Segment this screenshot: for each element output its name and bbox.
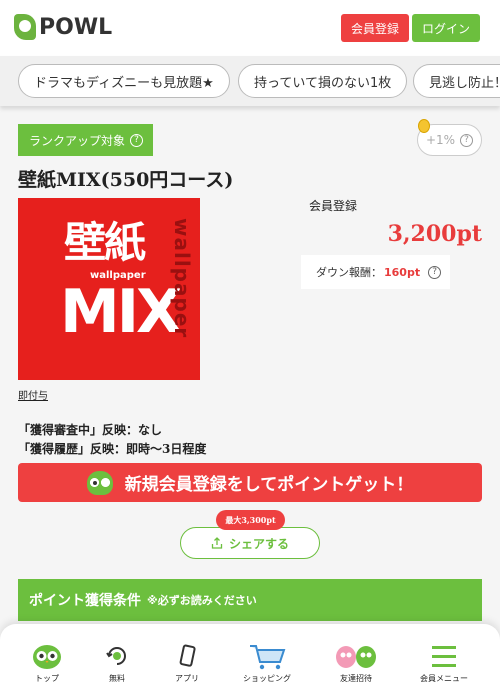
thumbnail-mix-text: MIX — [60, 277, 182, 347]
nav-item-free[interactable]: 無料 — [96, 624, 138, 700]
nav-label: 会員メニュー — [420, 674, 468, 683]
nav-item-shopping[interactable]: ショッピング — [240, 624, 294, 700]
signup-cta-button[interactable]: 新規会員登録をしてポイントゲット！ — [18, 463, 482, 502]
thumbnail-main-text: 壁紙 — [64, 218, 146, 267]
reflect-info: 「獲得審査中」反映：なし 「獲得履歴」反映：即時～3日程度 — [18, 421, 206, 459]
rank-up-badge[interactable]: ランクアップ対象 ? — [18, 124, 153, 156]
owl-icon — [32, 642, 62, 670]
down-reward-box: ダウン報酬： 160pt ? — [301, 255, 450, 289]
login-button[interactable]: ログイン — [412, 14, 480, 42]
nav-label: アプリ — [175, 674, 199, 683]
reward-condition-label: 会員登録 — [309, 199, 358, 213]
signup-cta-label: 新規会員登録をしてポイントゲット！ — [124, 475, 414, 495]
tag-chip[interactable]: 持っていて損のない1枚 — [238, 64, 408, 98]
friends-icon — [334, 642, 378, 670]
reflect-pending: 「獲得審査中」反映：なし — [18, 423, 163, 437]
nav-item-invite[interactable]: 友達招待 — [332, 624, 380, 700]
coin-icon — [418, 119, 430, 133]
logo[interactable]: POWL — [14, 14, 112, 40]
free-icon — [105, 642, 129, 670]
nav-label: トップ — [35, 674, 59, 683]
reflect-history: 「獲得履歴」反映：即時～3日程度 — [18, 442, 207, 456]
help-icon[interactable]: ? — [460, 133, 474, 147]
nav-label: ショッピング — [243, 674, 291, 683]
share-label: シェアする — [228, 536, 289, 551]
nav-label: 友達招待 — [340, 674, 372, 683]
conditions-header[interactable]: ポイント獲得条件 ※必ずお読みください — [18, 579, 482, 621]
owl-icon — [86, 470, 113, 495]
logo-text: POWL — [39, 14, 113, 40]
instant-grant-link[interactable]: 即付与 — [18, 387, 48, 402]
conditions-note: ※必ずお読みください — [147, 594, 257, 607]
cart-icon — [248, 642, 286, 670]
share-button[interactable]: シェアする — [180, 527, 320, 559]
tag-bar: ドラマもディズニーも見放題★ 持っていて損のない1枚 見逃し防止！ — [0, 56, 500, 106]
down-reward-value: 160pt — [384, 265, 421, 279]
nav-label: 無料 — [109, 674, 125, 683]
nav-item-top[interactable]: トップ — [26, 624, 68, 700]
tag-chip[interactable]: 見逃し防止！ — [413, 64, 500, 98]
share-icon — [211, 537, 223, 549]
rank-up-label: ランクアップ対象 — [29, 133, 126, 148]
register-button[interactable]: 会員登録 — [341, 14, 409, 42]
reward-points: 3,200pt — [387, 221, 482, 247]
phone-icon — [177, 642, 197, 670]
header: POWL 会員登録 ログイン — [0, 0, 500, 56]
menu-icon — [430, 642, 458, 670]
nav-item-app[interactable]: アプリ — [166, 624, 208, 700]
tag-chip[interactable]: ドラマもディズニーも見放題★ — [18, 64, 230, 98]
max-points-badge: 最大3,300pt — [216, 510, 285, 530]
conditions-title: ポイント獲得条件 — [29, 593, 141, 609]
down-reward-label: ダウン報酬： — [316, 266, 382, 279]
bonus-rate-label: +1% — [425, 133, 456, 147]
nav-item-member-menu[interactable]: 会員メニュー — [414, 624, 474, 700]
thumbnail-side-text: wallpaper — [170, 218, 194, 339]
logo-mark-icon — [14, 14, 36, 40]
offer-title: 壁紙MIX(550円コース) — [18, 169, 234, 191]
bottom-nav: トップ 無料 アプリ ショッピング 友達招待 会員メニュー — [0, 624, 500, 700]
help-icon[interactable]: ? — [130, 133, 144, 147]
offer-thumbnail: 壁紙 wallpaper MIX wallpaper — [18, 198, 200, 380]
help-icon[interactable]: ? — [428, 265, 442, 279]
